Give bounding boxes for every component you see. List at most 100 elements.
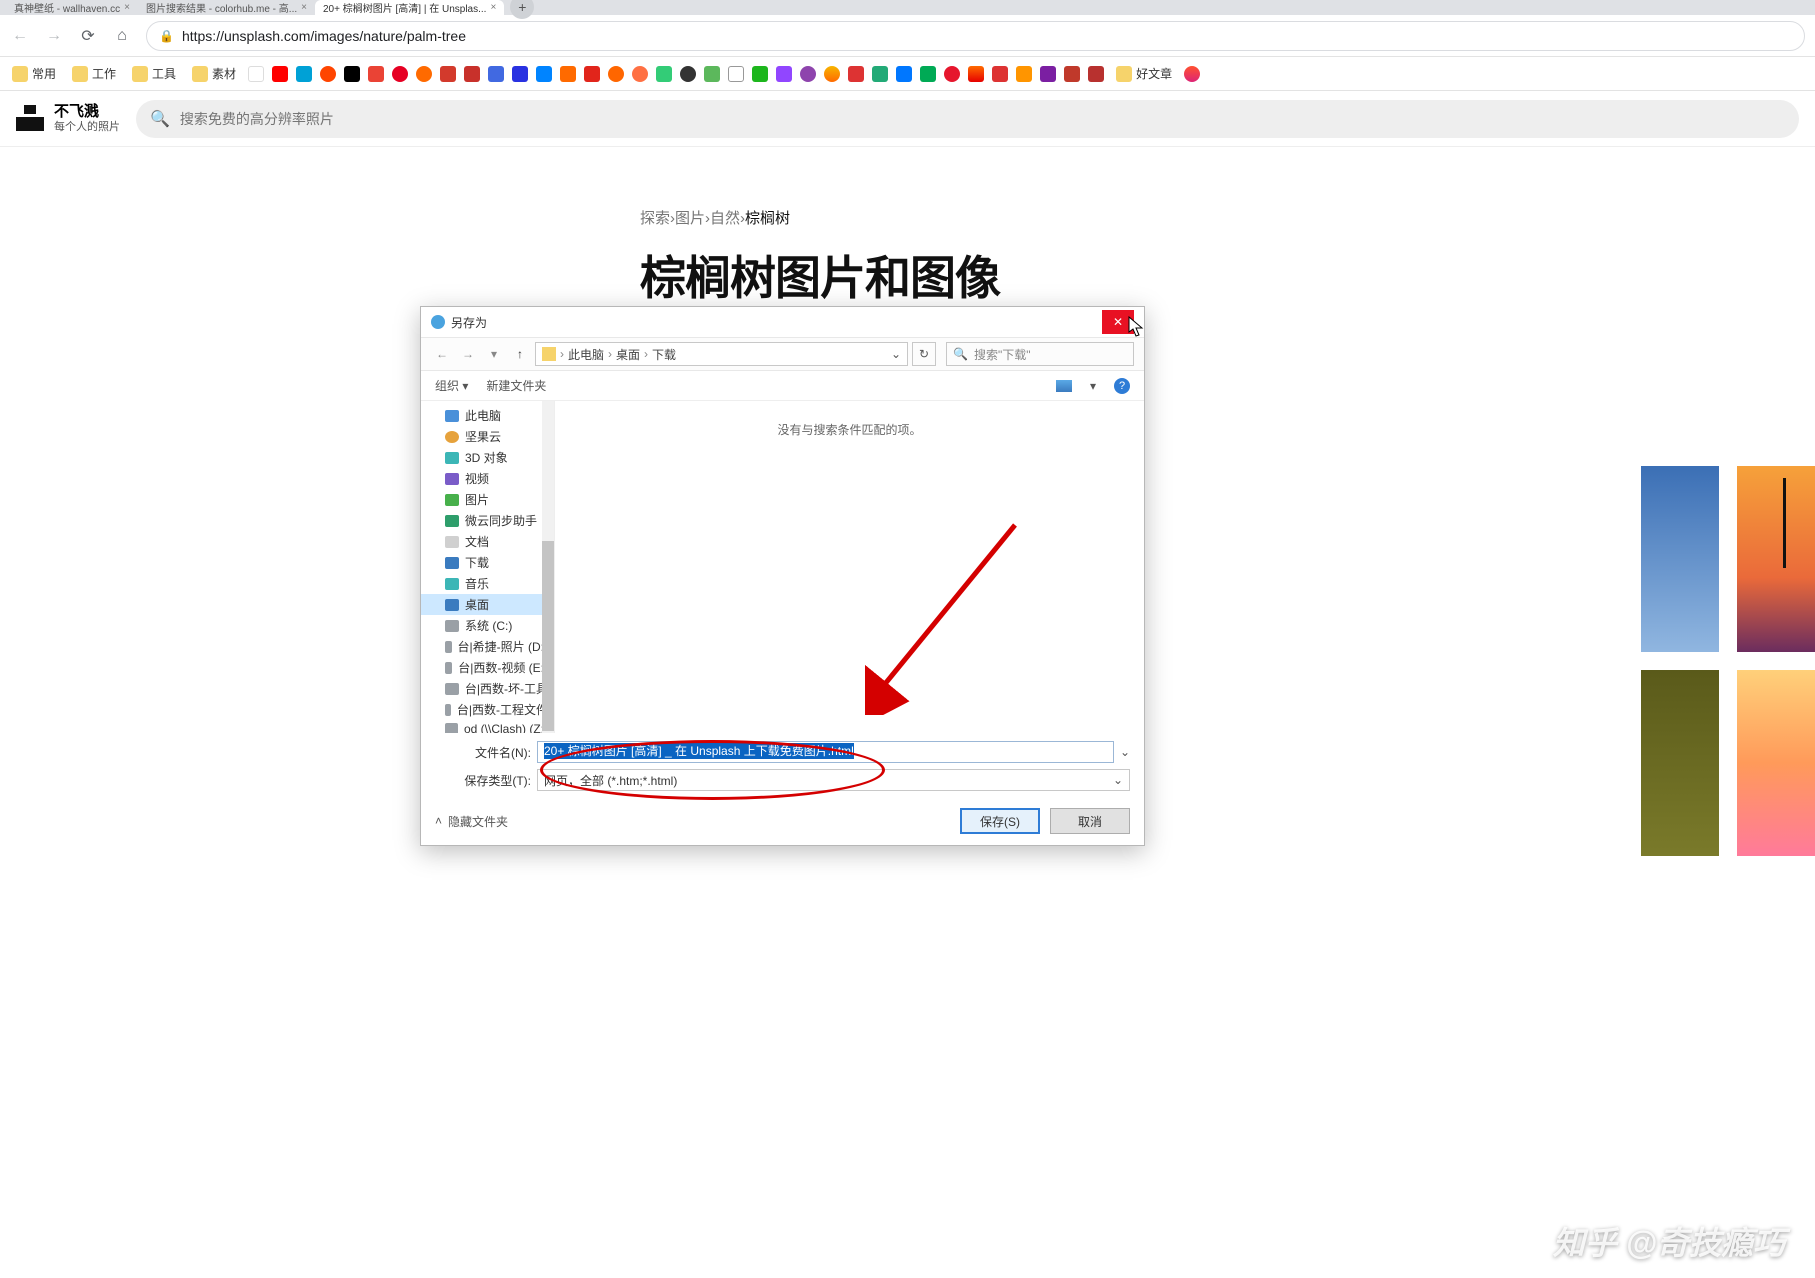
favicon[interactable]	[320, 66, 336, 82]
browser-tab-active[interactable]: 20+ 棕榈树图片 [高清] | 在 Unsplas...×	[315, 0, 504, 15]
favicon[interactable]	[632, 66, 648, 82]
favicon[interactable]	[824, 66, 840, 82]
favicon[interactable]	[1016, 66, 1032, 82]
favicon[interactable]	[896, 66, 912, 82]
refresh-button[interactable]: ↻	[912, 342, 936, 366]
url-input[interactable]: 🔒 https://unsplash.com/images/nature/pal…	[146, 21, 1805, 51]
close-icon[interactable]: ×	[124, 2, 130, 13]
favicon[interactable]	[512, 66, 528, 82]
scrollbar-thumb[interactable]	[542, 541, 554, 731]
favicon[interactable]	[656, 66, 672, 82]
breadcrumb-link[interactable]: 自然	[710, 210, 740, 227]
favicon[interactable]	[704, 66, 720, 82]
favicon[interactable]	[752, 66, 768, 82]
search-bar[interactable]: 🔍	[136, 100, 1799, 138]
favicon[interactable]	[1040, 66, 1056, 82]
bookmark-folder[interactable]: 好文章	[1112, 63, 1176, 84]
bookmark-folder[interactable]: 工作	[68, 63, 120, 84]
bookmark-folder[interactable]: 工具	[128, 63, 180, 84]
forward-button[interactable]: →	[44, 26, 64, 46]
favicon[interactable]	[992, 66, 1008, 82]
tree-item[interactable]: 台|希捷-照片 (D:)	[421, 636, 554, 657]
favicon[interactable]	[680, 66, 696, 82]
favicon[interactable]	[728, 66, 744, 82]
favicon[interactable]	[248, 66, 264, 82]
help-button[interactable]: ?	[1114, 378, 1130, 394]
favicon[interactable]	[800, 66, 816, 82]
favicon[interactable]	[440, 66, 456, 82]
breadcrumb-link[interactable]: 探索	[640, 210, 670, 227]
image-thumbnail[interactable]	[1641, 466, 1719, 652]
bookmark-folder[interactable]: 素材	[188, 63, 240, 84]
tree-item[interactable]: 下载	[421, 552, 554, 573]
favicon[interactable]	[1088, 66, 1104, 82]
tree-item[interactable]: 坚果云	[421, 426, 554, 447]
favicon[interactable]	[872, 66, 888, 82]
browser-tab[interactable]: 真神壁纸 - wallhaven.cc×	[6, 0, 138, 15]
search-input[interactable]	[180, 111, 1785, 127]
favicon[interactable]	[608, 66, 624, 82]
chevron-down-icon[interactable]: ⌄	[1120, 745, 1130, 759]
tree-item[interactable]: 系统 (C:)	[421, 615, 554, 636]
history-dropdown[interactable]: ▾	[483, 343, 505, 365]
favicon[interactable]	[296, 66, 312, 82]
site-logo[interactable]: 不飞溅 每个人的照片	[16, 104, 120, 133]
filename-input[interactable]: 20+ 棕榈树图片 [高清] _ 在 Unsplash 上下载免费图片.html	[537, 741, 1114, 763]
breadcrumb-link[interactable]: 图片	[675, 210, 705, 227]
new-folder-button[interactable]: 新建文件夹	[486, 377, 546, 394]
favicon[interactable]	[488, 66, 504, 82]
save-button[interactable]: 保存(S)	[960, 808, 1040, 834]
image-thumbnail[interactable]	[1641, 670, 1719, 856]
browser-tab[interactable]: 图片搜索结果 - colorhub.me - 高...×	[138, 0, 315, 15]
back-button[interactable]: ←	[10, 26, 30, 46]
close-icon[interactable]: ×	[490, 2, 496, 13]
folder-search-input[interactable]: 🔍 搜索"下载"	[946, 342, 1134, 366]
tree-item[interactable]: 视频	[421, 468, 554, 489]
favicon[interactable]	[1184, 66, 1200, 82]
close-icon[interactable]: ×	[301, 2, 307, 13]
tree-item[interactable]: 此电脑	[421, 405, 554, 426]
favicon[interactable]	[464, 66, 480, 82]
tree-item[interactable]: 微云同步助手	[421, 510, 554, 531]
cancel-button[interactable]: 取消	[1050, 808, 1130, 834]
path-breadcrumb[interactable]: › 此电脑 › 桌面 › 下载 ⌄	[535, 342, 908, 366]
up-button[interactable]: ↑	[509, 343, 531, 365]
chevron-down-icon[interactable]: ⌄	[891, 347, 901, 361]
forward-button[interactable]: →	[457, 343, 479, 365]
favicon[interactable]	[776, 66, 792, 82]
tree-item[interactable]: 台|西数-坏-工具	[421, 678, 554, 699]
savetype-select[interactable]: 网页，全部 (*.htm;*.html) ⌄	[537, 769, 1130, 791]
folder-tree[interactable]: 此电脑坚果云3D 对象视频图片微云同步助手文档下载音乐桌面系统 (C:)台|希捷…	[421, 401, 555, 733]
view-options-button[interactable]	[1056, 380, 1072, 392]
tree-item[interactable]: 音乐	[421, 573, 554, 594]
organize-menu[interactable]: 组织 ▾	[435, 377, 468, 394]
favicon[interactable]	[536, 66, 552, 82]
favicon[interactable]	[968, 66, 984, 82]
favicon[interactable]	[920, 66, 936, 82]
favicon[interactable]	[344, 66, 360, 82]
favicon[interactable]	[392, 66, 408, 82]
tree-item[interactable]: od (\\Clash) (Z:)	[421, 720, 554, 733]
favicon[interactable]	[272, 66, 288, 82]
favicon[interactable]	[584, 66, 600, 82]
bookmark-folder[interactable]: 常用	[8, 63, 60, 84]
tree-item[interactable]: 3D 对象	[421, 447, 554, 468]
tree-item[interactable]: 图片	[421, 489, 554, 510]
tree-item[interactable]: 台|西数-工程文件	[421, 699, 554, 720]
image-thumbnail[interactable]	[1737, 670, 1815, 856]
tree-item[interactable]: 文档	[421, 531, 554, 552]
tree-item[interactable]: 台|西数-视频 (E:)	[421, 657, 554, 678]
image-thumbnail[interactable]	[1737, 466, 1815, 652]
favicon[interactable]	[944, 66, 960, 82]
tree-item[interactable]: 桌面	[421, 594, 554, 615]
reload-button[interactable]: ⟳	[78, 26, 98, 46]
favicon[interactable]	[416, 66, 432, 82]
hide-folders-toggle[interactable]: ˄隐藏文件夹	[435, 813, 508, 830]
favicon[interactable]	[1064, 66, 1080, 82]
back-button[interactable]: ←	[431, 343, 453, 365]
favicon[interactable]	[368, 66, 384, 82]
favicon[interactable]	[560, 66, 576, 82]
home-button[interactable]: ⌂	[112, 26, 132, 46]
favicon[interactable]	[848, 66, 864, 82]
close-button[interactable]: ✕	[1102, 310, 1134, 334]
